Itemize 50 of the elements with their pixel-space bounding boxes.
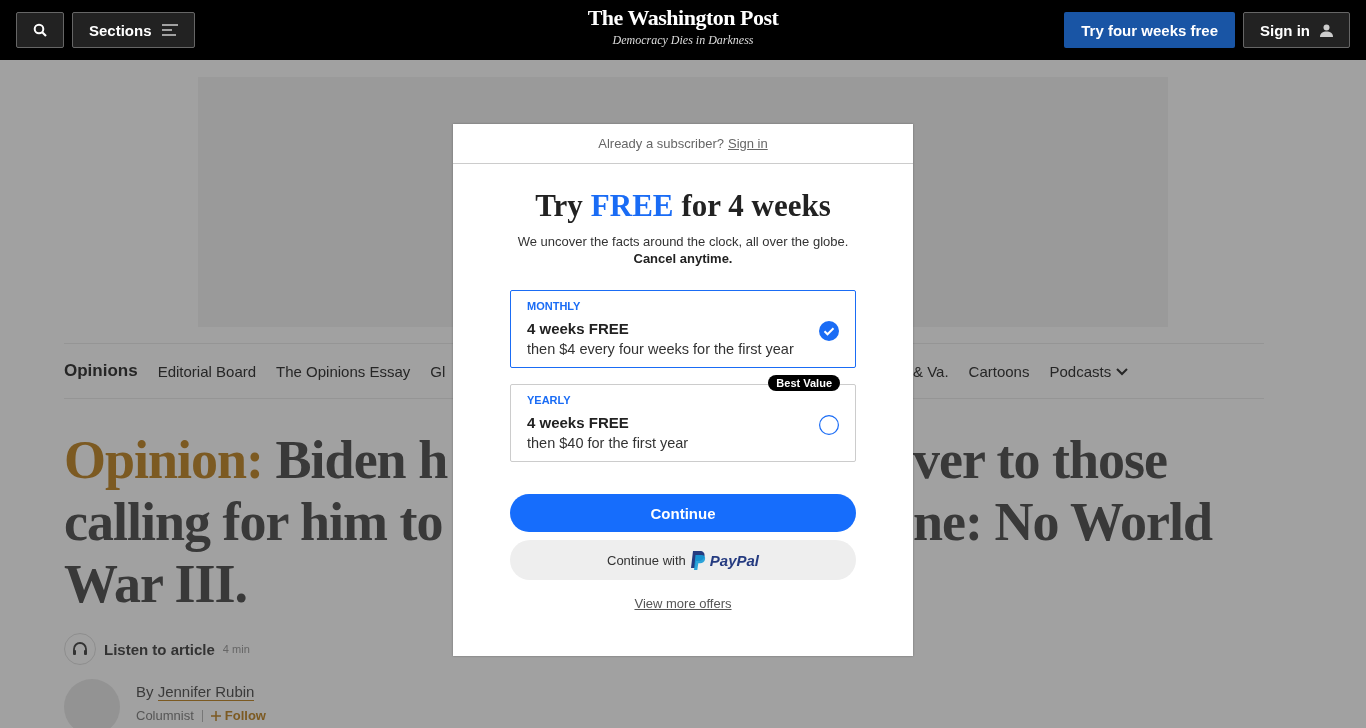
best-value-badge: Best Value [768, 375, 840, 391]
intro-text: We uncover the facts around the clock, all over the globe. [517, 234, 849, 249]
plan-price: then $4 every four weeks for the first year [527, 341, 794, 357]
radio-icon[interactable] [819, 414, 839, 435]
radio-checked-icon[interactable] [819, 320, 839, 341]
tagline: Democracy Dies in Darkness [611, 33, 755, 48]
search-button[interactable] [16, 12, 64, 48]
subscriber-text: Already a subscriber? [598, 136, 724, 151]
plan-period: YEARLY [527, 394, 572, 406]
more-offers-link[interactable]: View more offers [634, 596, 732, 611]
dialog-title: Try [535, 188, 583, 224]
separator-icon [201, 709, 203, 722]
logo[interactable]: The Washington Post [587, 5, 779, 31]
dialog-title: for 4 weeks [681, 188, 831, 224]
headline-text: War III. [64, 553, 249, 615]
plan-offer: 4 weeks FREE [527, 414, 630, 431]
plan-option[interactable]: MONTHLY 4 weeks FREE then $4 every four weeks for the first year [510, 290, 856, 368]
continue-button[interactable]: Continue [510, 494, 856, 532]
headline-text: Opinion: Biden h [64, 429, 449, 491]
nav-link[interactable]: Gl [430, 362, 446, 380]
headline-text: calling for him to [64, 491, 444, 553]
paypal-button[interactable]: Continue with PayPal [510, 540, 856, 580]
duration-text: 4 min [222, 643, 250, 655]
search-icon [33, 23, 47, 37]
headline-text: ne: No World [913, 491, 1214, 553]
nav-link[interactable]: Opinions [64, 361, 138, 381]
listen-label[interactable]: Listen to article [104, 640, 215, 658]
sign-in-button[interactable]: Sign in [1243, 12, 1350, 48]
menu-icon [161, 24, 178, 36]
paypal-icon [689, 550, 706, 570]
nav-link[interactable]: Cartoons [968, 362, 1030, 380]
cancel-text: Cancel anytime. [633, 251, 733, 266]
headline-text: ver to those [913, 429, 1168, 491]
nav-link[interactable]: Podcasts [1049, 362, 1130, 380]
plan-period: MONTHLY [527, 300, 582, 312]
headphones-icon[interactable] [64, 633, 96, 665]
plan-offer: 4 weeks FREE [527, 320, 630, 337]
sign-in-link[interactable]: Sign in [728, 136, 768, 151]
role-text: Columnist [136, 708, 194, 723]
nav-link[interactable]: Editorial Board [157, 362, 257, 380]
plus-icon [210, 710, 221, 721]
sections-button[interactable]: Sections [72, 12, 195, 48]
byline-text: By Jennifer Rubin [136, 683, 256, 700]
plan-price: then $40 for the first year [527, 435, 689, 451]
dialog-title: FREE [590, 188, 674, 224]
nav-link[interactable]: & Va. [913, 362, 949, 380]
author-link[interactable]: Jennifer Rubin [157, 683, 255, 701]
trial-button[interactable]: Try four weeks free [1064, 12, 1235, 48]
user-icon [1320, 23, 1333, 37]
nav-link[interactable]: The Opinions Essay [276, 362, 411, 380]
